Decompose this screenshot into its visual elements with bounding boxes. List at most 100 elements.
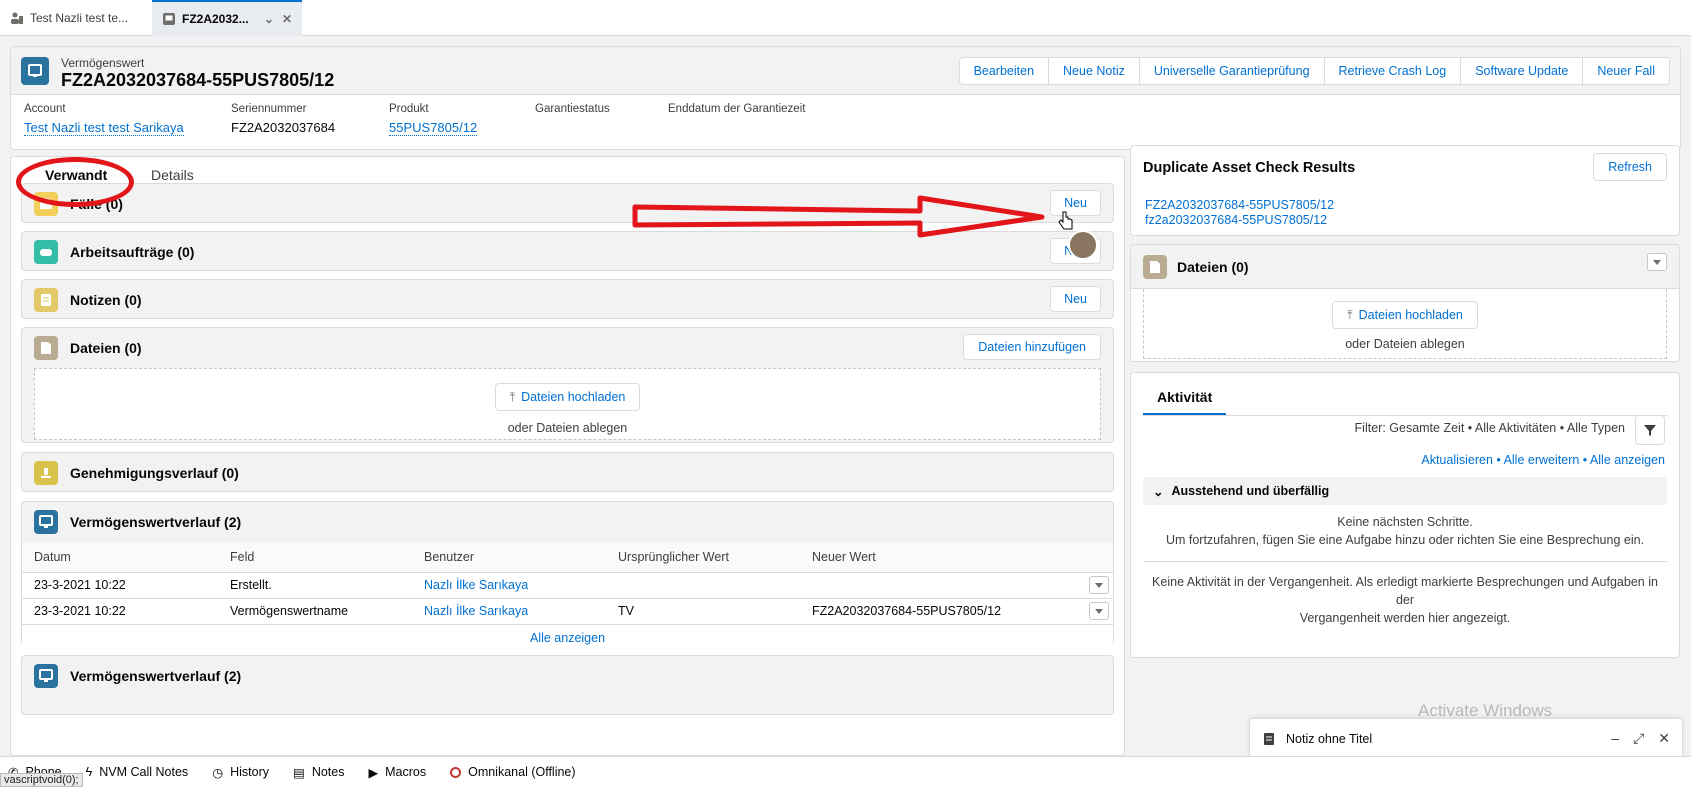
- activity-card: Aktivität Filter: Gesamte Zeit • Alle Ak…: [1130, 372, 1680, 658]
- product-link[interactable]: 55PUS7805/12: [389, 120, 478, 136]
- new-case-button[interactable]: Neuer Fall: [1582, 57, 1670, 85]
- related-list-approval-history: Genehmigungsverlauf (0): [21, 452, 1114, 492]
- cell-date: 23-3-2021 10:22: [22, 598, 218, 625]
- column-header-original-value[interactable]: Ursprünglicher Wert: [606, 542, 800, 573]
- row-menu-button[interactable]: [1089, 576, 1109, 594]
- column-header-date[interactable]: Datum: [22, 542, 218, 573]
- duplicate-result-link[interactable]: FZ2A2032037684-55PUS7805/12: [1145, 198, 1334, 213]
- view-all-link[interactable]: Alle anzeigen: [530, 631, 605, 645]
- files-card-title[interactable]: Dateien (0): [1177, 259, 1249, 275]
- tab-details[interactable]: Details: [151, 167, 194, 183]
- filter-button[interactable]: [1635, 415, 1665, 445]
- field-label: Garantiestatus: [535, 103, 610, 115]
- annotation-arrow-icon: [632, 195, 1045, 238]
- software-update-button[interactable]: Software Update: [1460, 57, 1584, 85]
- warranty-check-button[interactable]: Universelle Garantieprüfung: [1138, 57, 1325, 85]
- related-list-asset-history-2: Vermögenswertverlauf (2): [21, 655, 1114, 715]
- field-account: Account Test Nazli test test Sarikaya: [24, 103, 184, 136]
- utility-label: Macros: [385, 765, 427, 779]
- cell-user-link[interactable]: Nazlı İlke Sarıkaya: [412, 598, 606, 625]
- row-menu-button[interactable]: [1089, 602, 1109, 620]
- docked-note-panel[interactable]: Notiz ohne Titel – ⤢ ✕: [1249, 718, 1683, 758]
- related-list-title[interactable]: Vermögenswertverlauf (2): [70, 514, 241, 530]
- refresh-button[interactable]: Refresh: [1593, 153, 1667, 181]
- workspace-tab-bar: Test Nazli test te... FZ2A2032... ⌄ ✕: [0, 0, 1691, 36]
- add-files-button[interactable]: Dateien hinzufügen: [963, 334, 1101, 360]
- table-row: 23-3-2021 10:22 Erstellt. Nazlı İlke Sar…: [22, 572, 1113, 599]
- upload-files-button[interactable]: ⤒ Dateien hochladen: [1332, 301, 1478, 329]
- no-next-steps-text: Keine nächsten Schritte.: [1337, 515, 1473, 529]
- utility-omni-channel[interactable]: Omnikanal (Offline): [450, 765, 576, 779]
- minimize-icon[interactable]: –: [1611, 730, 1619, 747]
- close-icon[interactable]: ✕: [282, 12, 292, 26]
- duplicate-result-link[interactable]: fz2a2032037684-55PUS7805/12: [1145, 213, 1334, 228]
- related-list-title[interactable]: Arbeitsaufträge (0): [70, 244, 194, 260]
- chevron-down-icon[interactable]: ⌄: [264, 12, 274, 26]
- field-label: Enddatum der Garantiezeit: [668, 103, 806, 115]
- asset-history-table: Datum Feld Benutzer Ursprünglicher Wert …: [22, 542, 1113, 652]
- cell-new: [800, 572, 1077, 599]
- upload-icon: ⤒: [1347, 307, 1353, 322]
- column-header-new-value[interactable]: Neuer Wert: [800, 542, 1077, 573]
- clock-icon: ◷: [212, 765, 224, 780]
- utility-history[interactable]: ◷ History: [212, 765, 269, 780]
- upcoming-overdue-section[interactable]: ⌄ Ausstehend und überfällig: [1143, 477, 1667, 505]
- files-card: Dateien (0) ⤒ Dateien hochladen oder Date…: [1130, 244, 1680, 362]
- hand-cursor-icon: [1058, 211, 1073, 230]
- upload-files-button[interactable]: ⤒ Dateien hochladen: [494, 383, 641, 411]
- activity-links[interactable]: Aktualisieren • Alle erweitern • Alle an…: [1421, 453, 1665, 467]
- utility-bar: ✆Phone ϟNVM Call Notes ◷History ▤Notes ▶…: [0, 756, 1691, 787]
- drop-hint: oder Dateien ablegen: [1345, 337, 1465, 351]
- new-note-button[interactable]: Neue Notiz: [1048, 57, 1140, 85]
- tab-activity[interactable]: Aktivität: [1143, 389, 1227, 416]
- upload-label: Dateien hochladen: [521, 390, 626, 404]
- next-steps-hint: Um fortzufahren, fügen Sie eine Aufgabe …: [1165, 533, 1645, 547]
- divider: [1143, 561, 1667, 562]
- approval-icon: [34, 461, 58, 485]
- close-icon[interactable]: ✕: [1658, 730, 1670, 747]
- utility-nvm-call-notes[interactable]: ϟ NVM Call Notes: [86, 765, 189, 779]
- retrieve-crash-log-button[interactable]: Retrieve Crash Log: [1323, 57, 1462, 85]
- new-note-related-button[interactable]: Neu: [1050, 286, 1101, 312]
- tab-account[interactable]: Test Nazli test te...: [0, 0, 152, 36]
- file-dropzone[interactable]: ⤒ Dateien hochladen oder Dateien ablegen: [34, 368, 1101, 440]
- asset-history-icon: [34, 510, 58, 534]
- related-list-files: Dateien (0) Dateien hinzufügen ⤒ Dateien …: [21, 327, 1114, 443]
- field-label: Produkt: [389, 103, 429, 115]
- upload-icon: ⤒: [509, 389, 516, 404]
- column-header-user[interactable]: Benutzer: [412, 542, 606, 573]
- related-list-title[interactable]: Dateien (0): [70, 340, 142, 356]
- tab-label: FZ2A2032...: [182, 12, 249, 26]
- note-icon: [1262, 732, 1276, 746]
- related-list-title[interactable]: Vermögenswertverlauf (2): [70, 668, 241, 684]
- offline-status-icon: [450, 766, 462, 778]
- edit-button[interactable]: Bearbeiten: [958, 57, 1050, 85]
- file-icon: [34, 336, 58, 360]
- cell-original: [606, 572, 800, 599]
- highlight-fields: Account Test Nazli test test Sarikaya Se…: [11, 97, 1680, 149]
- utility-macros[interactable]: ▶ Macros: [368, 765, 426, 780]
- cell-user-link[interactable]: Nazlı İlke Sarıkaya: [412, 572, 606, 599]
- expand-icon[interactable]: ⤢: [1633, 730, 1644, 747]
- macros-icon: ▶: [368, 765, 379, 780]
- duplicate-check-title: Duplicate Asset Check Results: [1143, 160, 1356, 176]
- asset-record-icon: [21, 57, 49, 85]
- files-card-menu-button[interactable]: [1647, 253, 1667, 271]
- record-header: Vermögenswert FZ2A2032037684-55PUS7805/1…: [10, 46, 1681, 150]
- column-header-field[interactable]: Feld: [218, 542, 412, 573]
- utility-label: Notes: [311, 765, 345, 779]
- file-dropzone[interactable]: ⤒ Dateien hochladen oder Dateien ablegen: [1143, 289, 1667, 359]
- divider: [1143, 415, 1667, 416]
- record-name: FZ2A2032037684-55PUS7805/12: [61, 70, 335, 90]
- related-list-title[interactable]: Notizen (0): [70, 292, 142, 308]
- utility-label: NVM Call Notes: [99, 765, 189, 779]
- chevron-down-icon: ⌄: [1153, 484, 1164, 499]
- utility-label: History: [230, 765, 270, 779]
- related-list-title[interactable]: Genehmigungsverlauf (0): [70, 465, 239, 481]
- field-product: Produkt 55PUS7805/12: [389, 103, 478, 136]
- cell-date: 23-3-2021 10:22: [22, 572, 218, 599]
- utility-notes[interactable]: ▤ Notes: [293, 765, 344, 780]
- upload-label: Dateien hochladen: [1358, 308, 1463, 322]
- account-link[interactable]: Test Nazli test test Sarikaya: [24, 120, 184, 136]
- tab-asset[interactable]: FZ2A2032... ⌄ ✕: [152, 0, 302, 36]
